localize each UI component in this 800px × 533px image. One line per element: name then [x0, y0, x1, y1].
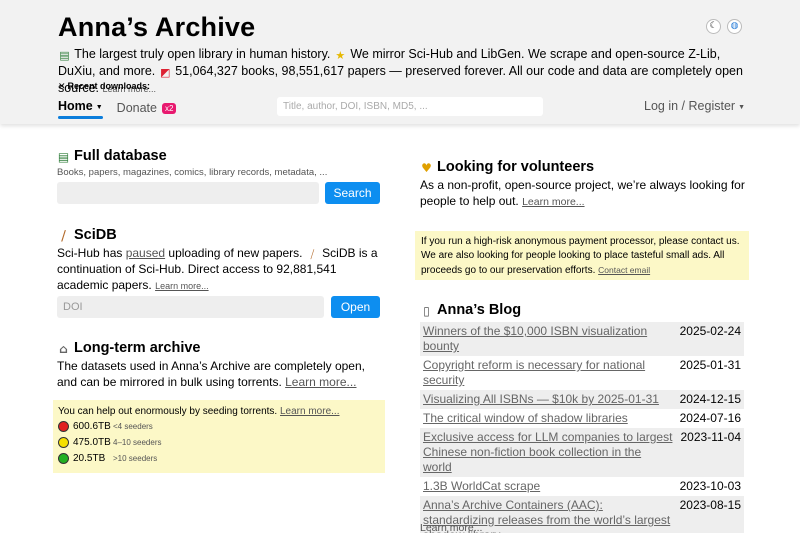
doi-input[interactable]: DOI [57, 296, 324, 318]
donate-badge: x2 [161, 102, 177, 114]
blog-post-link[interactable]: Exclusive access for LLM companies to la… [423, 430, 673, 475]
seeding-intro: You can help out enormously by seeding t… [58, 405, 380, 418]
tagline-text-a: The largest truly open library in human … [71, 47, 334, 61]
site-header: Anna’s Archive ☾ ◍ ▤ The largest truly o… [0, 0, 800, 124]
notice-box: If you run a high-risk anonymous payment… [415, 231, 749, 280]
full-database-title-text: Full database [74, 148, 167, 164]
bank-icon: ⌂ [59, 342, 68, 356]
scidb-learn-more-link[interactable]: Learn more... [155, 281, 209, 291]
globe-icon[interactable]: ◍ [727, 19, 742, 34]
search-button[interactable]: Search [325, 182, 380, 204]
seed-row: 600.6TB <4 seeders [58, 419, 380, 434]
scidb-text-a: Sci-Hub has [57, 246, 126, 260]
login-label: Log in / Register [644, 99, 736, 113]
seeding-learn-more-link[interactable]: Learn more... [280, 406, 339, 417]
chevron-down-icon: ▼ [738, 104, 745, 111]
yellow-dot-icon [58, 437, 69, 448]
recent-downloads: ✕ Recent downloads: [58, 81, 150, 92]
document-icon: ▯ [423, 304, 430, 318]
seed-row: 475.0TB 4–10 seeders [58, 435, 380, 450]
recent-downloads-label: Recent downloads: [67, 81, 151, 91]
seed-row: 20.5TB >10 seeders [58, 451, 380, 466]
header-search-input[interactable]: Title, author, DOI, ISBN, MD5, ... [277, 97, 543, 116]
main-nav: Home ▼ Donate x2 [58, 99, 177, 119]
blog-post-link[interactable]: 1.3B WorldCat scrape [423, 479, 673, 494]
scidb-title-text: SciDB [74, 227, 117, 243]
blog-list: Winners of the $10,000 ISBN visualizatio… [420, 322, 744, 533]
blog-post-date: 2023-11-04 [680, 430, 742, 444]
full-database-subtitle: Books, papers, magazines, comics, librar… [57, 167, 328, 178]
paused-link[interactable]: paused [126, 246, 165, 260]
blog-row: Visualizing All ISBNs — $10k by 2025-01-… [420, 390, 744, 409]
bandage-icon: ⧸ [310, 248, 315, 261]
volunteers-title-text: Looking for volunteers [437, 159, 595, 175]
seeding-intro-text: You can help out enormously by seeding t… [58, 406, 280, 417]
nav-home-label: Home [58, 99, 93, 113]
nav-donate-label: Donate [116, 100, 157, 115]
green-dot-icon [58, 453, 69, 464]
volunteers-learn-more-link[interactable]: Learn more... [522, 196, 584, 208]
seed-size: 475.0TB [73, 437, 111, 448]
seed-label: >10 seeders [113, 454, 158, 463]
blog-title-text: Anna’s Blog [437, 302, 522, 318]
blog-post-date: 2024-12-15 [679, 392, 741, 406]
star-icon: ★ [335, 49, 346, 62]
notice-text: If you run a high-risk anonymous payment… [421, 236, 740, 276]
seed-size: 20.5TB [73, 453, 106, 464]
blog-row: Winners of the $10,000 ISBN visualizatio… [420, 322, 744, 356]
chevron-down-icon: ▼ [95, 104, 103, 111]
seeding-box: You can help out enormously by seeding t… [53, 400, 385, 473]
long-term-title-text: Long-term archive [74, 340, 201, 356]
books-icon: ▤ [57, 150, 70, 164]
blog-post-link[interactable]: Winners of the $10,000 ISBN visualizatio… [423, 324, 673, 354]
blog-row: Copyright reform is necessary for nation… [420, 356, 744, 390]
blog-row: Exclusive access for LLM companies to la… [420, 428, 744, 477]
site-title[interactable]: Anna’s Archive [58, 12, 255, 43]
blog-post-link[interactable]: Visualizing All ISBNs — $10k by 2025-01-… [423, 392, 673, 407]
scidb-title: ⧸ SciDB [57, 227, 117, 243]
login-register-link[interactable]: Log in / Register ▼ [644, 99, 745, 113]
blog-post-link[interactable]: Copyright reform is necessary for nation… [423, 358, 673, 388]
seed-label: 4–10 seeders [113, 438, 162, 447]
long-term-description: The datasets used in Anna’s Archive are … [57, 358, 382, 390]
scidb-text-b: uploading of new papers. [165, 246, 306, 260]
blog-title: ▯ Anna’s Blog [420, 302, 521, 318]
nav-donate-tab[interactable]: Donate x2 [117, 101, 177, 115]
volunteers-description: As a non-profit, open-source project, we… [420, 177, 750, 210]
tagline: ▤ The largest truly open library in huma… [58, 46, 748, 98]
blog-row: The critical window of shadow libraries … [420, 409, 744, 428]
blog-post-date: 2024-07-16 [679, 411, 741, 425]
blog-post-date: 2025-02-24 [679, 324, 741, 338]
close-icon[interactable]: ✕ [58, 81, 66, 91]
open-button[interactable]: Open [331, 296, 380, 318]
moon-icon[interactable]: ☾ [706, 19, 721, 34]
full-database-title: ▤ Full database [57, 148, 167, 164]
bandage-icon: ⧸ [61, 229, 66, 243]
scidb-description: Sci-Hub has paused uploading of new pape… [57, 245, 382, 294]
red-dot-icon [58, 421, 69, 432]
books-icon: ▤ [59, 49, 70, 62]
full-database-search-input[interactable] [57, 182, 319, 204]
blog-row: 1.3B WorldCat scrape 2023-10-03 [420, 477, 744, 496]
seed-label: <4 seeders [113, 422, 153, 431]
seed-size: 600.6TB [73, 421, 111, 432]
blog-post-date: 2025-01-31 [679, 358, 741, 372]
blog-learn-more-link[interactable]: Learn more... [420, 522, 482, 533]
blog-post-date: 2023-10-03 [679, 479, 741, 493]
chart-icon: ◩ [160, 66, 171, 79]
volunteers-title: ♥ Looking for volunteers [420, 159, 594, 175]
long-term-learn-more-link[interactable]: Learn more... [285, 375, 356, 389]
top-icons: ☾ ◍ [706, 19, 742, 34]
nav-home-tab[interactable]: Home ▼ [58, 99, 103, 119]
blog-post-date: 2023-08-15 [679, 498, 741, 512]
long-term-archive-title: ⌂ Long-term archive [57, 340, 201, 356]
contact-email-link[interactable]: Contact email [598, 265, 650, 275]
heart-hands-icon: ♥ [421, 161, 432, 175]
blog-post-link[interactable]: The critical window of shadow libraries [423, 411, 673, 426]
